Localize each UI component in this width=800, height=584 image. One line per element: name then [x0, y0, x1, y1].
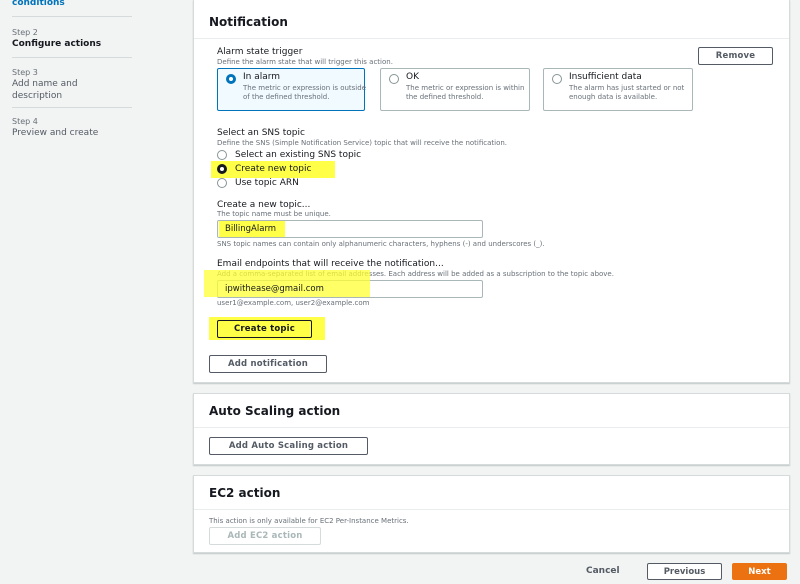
radio-create-new-topic[interactable]: [217, 164, 227, 174]
add-autoscaling-action-button[interactable]: Add Auto Scaling action: [209, 437, 368, 455]
sns-topic-label: Select an SNS topic: [217, 128, 305, 138]
panel-divider: [194, 509, 789, 510]
step-divider: [12, 16, 132, 17]
alarm-trigger-desc: Define the alarm state that will trigger…: [217, 58, 393, 66]
wizard-steps-sidebar: conditions Step 2 Configure actions Step…: [0, 0, 190, 584]
tile-title: Insufficient data: [569, 72, 642, 82]
step-label-configure-actions: Configure actions: [12, 39, 102, 49]
new-topic-label: Create a new topic...: [217, 200, 311, 210]
panel-divider: [194, 427, 789, 428]
option-label: Use topic ARN: [235, 178, 299, 188]
sns-topic-desc: Define the SNS (Simple Notification Serv…: [217, 139, 508, 147]
step-2: Step 2 Configure actions: [12, 27, 132, 50]
panel-divider: [194, 38, 789, 39]
email-endpoints-label: Email endpoints that will receive the no…: [217, 259, 444, 269]
previous-button[interactable]: Previous: [647, 563, 722, 580]
topic-name-hint: SNS topic names can contain only alphanu…: [217, 240, 545, 248]
ec2-title: EC2 action: [209, 486, 281, 500]
create-topic-button[interactable]: Create topic: [217, 320, 312, 338]
sns-option-existing[interactable]: Select an existing SNS topic: [217, 150, 361, 160]
cancel-button[interactable]: Cancel: [586, 566, 620, 576]
step-label-add-name: Add name and description: [12, 79, 78, 101]
radio-tile-ok[interactable]: OK The metric or expression is within th…: [380, 68, 530, 111]
sns-option-topic-arn[interactable]: Use topic ARN: [217, 178, 299, 188]
next-button[interactable]: Next: [732, 563, 787, 580]
tile-desc: The metric or expression is outside of t…: [243, 84, 367, 101]
radio-insufficient-data[interactable]: [552, 74, 562, 84]
autoscaling-panel: Auto Scaling action Add Auto Scaling act…: [193, 393, 790, 465]
step-number: Step 3: [12, 68, 38, 77]
sns-option-create-new[interactable]: Create new topic: [217, 164, 311, 174]
radio-topic-arn[interactable]: [217, 178, 227, 188]
tile-title: In alarm: [243, 72, 281, 82]
radio-ok[interactable]: [389, 74, 399, 84]
step-3[interactable]: Step 3 Add name and description: [12, 67, 102, 102]
step-divider: [12, 57, 132, 58]
add-ec2-action-button[interactable]: Add EC2 action: [209, 527, 321, 545]
ec2-desc: This action is only available for EC2 Pe…: [209, 517, 409, 525]
alarm-trigger-label: Alarm state trigger: [217, 47, 303, 57]
tile-desc: The alarm has just started or not enough…: [569, 84, 685, 101]
autoscaling-title: Auto Scaling action: [209, 404, 341, 418]
radio-in-alarm[interactable]: [226, 74, 236, 84]
input-value: ipwithease@gmail.com: [225, 284, 324, 294]
add-notification-button[interactable]: Add notification: [209, 355, 327, 373]
option-label: Create new topic: [235, 164, 312, 174]
tile-desc: The metric or expression is within the d…: [406, 84, 525, 101]
ec2-panel: EC2 action This action is only available…: [193, 475, 790, 553]
step-link-conditions[interactable]: conditions: [12, 0, 65, 8]
radio-existing-topic[interactable]: [217, 150, 227, 160]
tile-title: OK: [406, 72, 419, 82]
new-topic-desc: The topic name must be unique.: [217, 210, 331, 218]
step-divider: [12, 107, 132, 108]
option-label: Select an existing SNS topic: [235, 150, 362, 160]
step-number: Step 2: [12, 28, 38, 37]
remove-button[interactable]: Remove: [698, 47, 773, 65]
step-label-preview: Preview and create: [12, 128, 99, 138]
email-endpoints-hint: user1@example.com, user2@example.com: [217, 299, 370, 307]
step-4[interactable]: Step 4 Preview and create: [12, 116, 132, 139]
radio-tile-insufficient-data[interactable]: Insufficient data The alarm has just sta…: [543, 68, 693, 111]
step-number: Step 4: [12, 117, 38, 126]
radio-tile-in-alarm[interactable]: In alarm The metric or expression is out…: [217, 68, 367, 111]
input-value: BillingAlarm: [225, 224, 277, 234]
notification-title: Notification: [209, 15, 288, 29]
